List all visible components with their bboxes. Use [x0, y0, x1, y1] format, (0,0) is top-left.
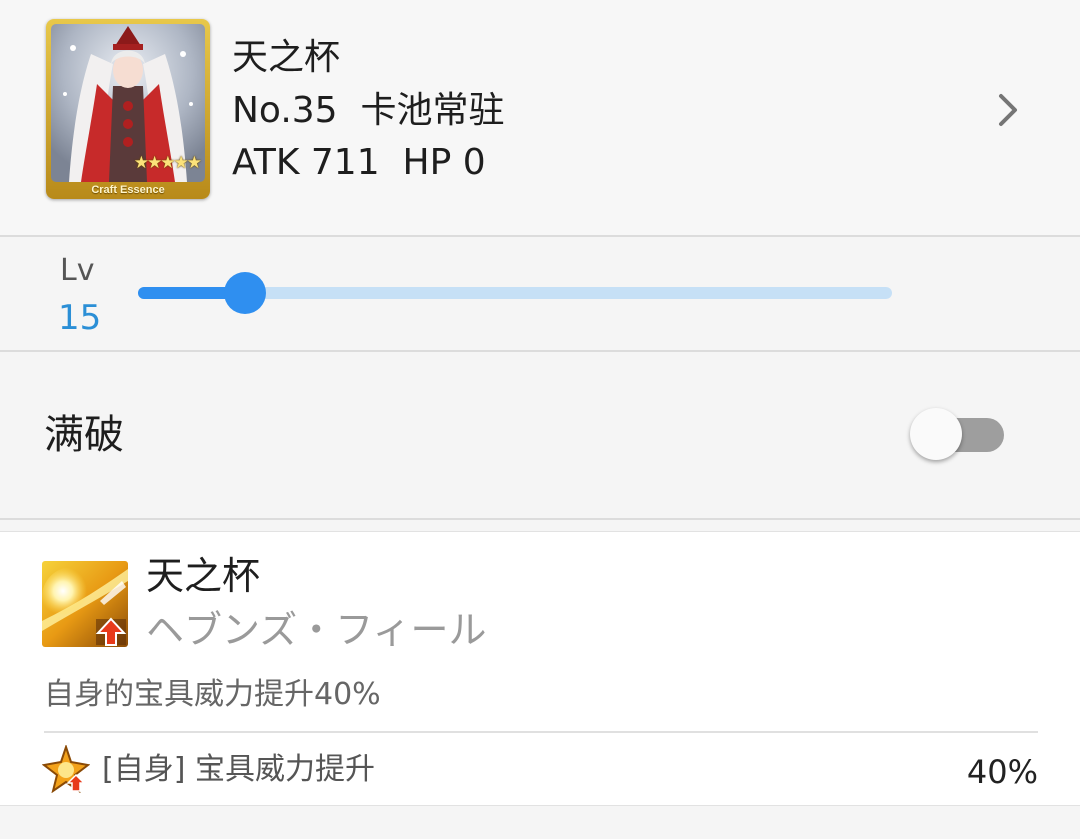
craft-essence-meta: No.35 卡池常驻 [232, 89, 504, 133]
rarity-stars: ★★★★★ [133, 153, 202, 173]
skill-card: 天之杯 ヘブンズ・フィール 自身的宝具威力提升40% [自身] 宝具威力提升 4… [0, 531, 1080, 806]
hp-value: 0 [462, 142, 486, 183]
switch-knob [910, 408, 962, 460]
skill-name: 天之杯 [146, 554, 261, 598]
hp-label: HP [402, 142, 452, 183]
effect-value: 40% [966, 753, 1038, 791]
craft-essence-thumbnail: ★★★★★ Craft Essence [46, 19, 210, 199]
divider [0, 350, 1080, 352]
chevron-right-icon[interactable] [993, 92, 1023, 128]
craft-essence-header[interactable]: ★★★★★ Craft Essence 天之杯 No.35 卡池常驻 ATK 7… [0, 0, 1080, 235]
atk-value: 711 [310, 142, 380, 183]
level-slider[interactable] [138, 268, 892, 318]
collection-number: No.35 [232, 90, 338, 131]
divider [0, 235, 1080, 237]
limit-break-switch[interactable] [910, 408, 1006, 462]
np-damage-up-icon [42, 561, 128, 647]
divider [0, 518, 1080, 520]
craft-essence-name: 天之杯 [232, 37, 341, 78]
atk-label: ATK [232, 142, 300, 183]
limit-break-label: 满破 [44, 412, 124, 458]
effect-text: [自身] 宝具威力提升 [102, 752, 375, 787]
slider-thumb[interactable] [224, 272, 266, 314]
skill-description: 自身的宝具威力提升40% [44, 677, 381, 712]
skill-ruby: ヘブンズ・フィール [146, 608, 487, 652]
obtain-method: 卡池常驻 [360, 90, 505, 131]
level-label: Lv [60, 253, 95, 288]
craft-essence-stats: ATK 711 HP 0 [232, 141, 486, 185]
buff-star-icon [41, 743, 91, 794]
divider [44, 731, 1038, 733]
level-value: 15 [58, 298, 102, 338]
thumbnail-caption: Craft Essence [91, 184, 165, 196]
